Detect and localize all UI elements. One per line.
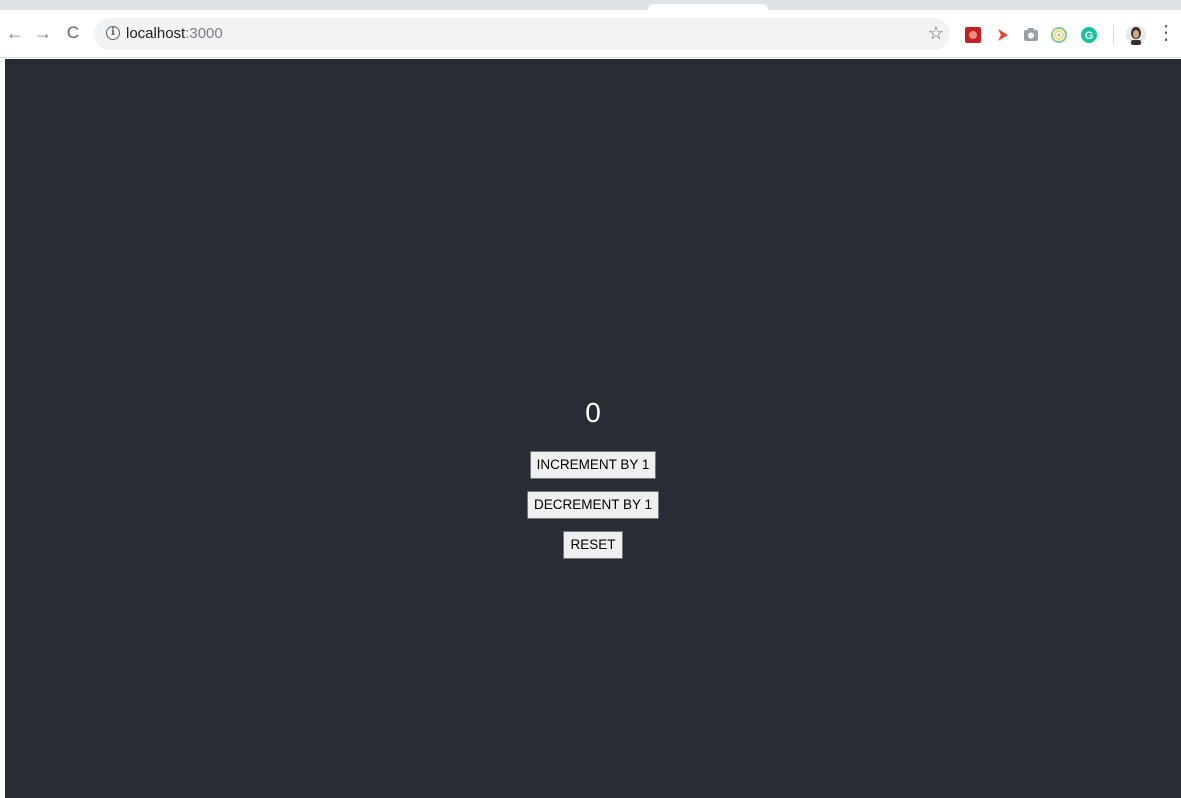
decrement-button[interactable]: DECREMENT BY 1 [526,491,660,519]
increment-button[interactable]: INCREMENT BY 1 [529,451,657,479]
reset-button[interactable]: RESET [563,531,623,559]
profile-avatar-icon[interactable] [1125,24,1147,46]
address-bar[interactable]: i localhost:3000 ☆ [94,18,950,50]
back-icon[interactable]: ← [4,22,26,44]
browser-toolbar: ← → C i localhost:3000 ☆ G ⋮ [0,10,1181,58]
tab-strip [0,0,1181,12]
circle-extension-icon[interactable] [1050,26,1068,44]
info-icon[interactable]: i [106,26,120,40]
red-extension-icon[interactable] [964,26,982,44]
url-port: :3000 [185,25,223,42]
reload-icon[interactable]: C [62,22,84,44]
red-arrow-extension-icon[interactable] [994,26,1012,44]
counter-value: 0 [585,397,601,428]
camera-extension-icon[interactable] [1022,26,1040,44]
bookmark-star-icon[interactable]: ☆ [928,23,944,44]
counter-container: 0 INCREMENT BY 1 DECREMENT BY 1 RESET [5,393,1181,571]
toolbar-divider [1113,25,1114,45]
forward-icon[interactable]: → [32,22,54,44]
url-host: localhost [126,25,186,42]
grammarly-extension-icon[interactable]: G [1080,26,1098,44]
url-text[interactable]: localhost:3000 [126,25,223,42]
grammarly-letter: G [1085,30,1094,42]
app-viewport: 0 INCREMENT BY 1 DECREMENT BY 1 RESET [5,59,1181,798]
browser-menu-icon[interactable]: ⋮ [1155,22,1177,44]
